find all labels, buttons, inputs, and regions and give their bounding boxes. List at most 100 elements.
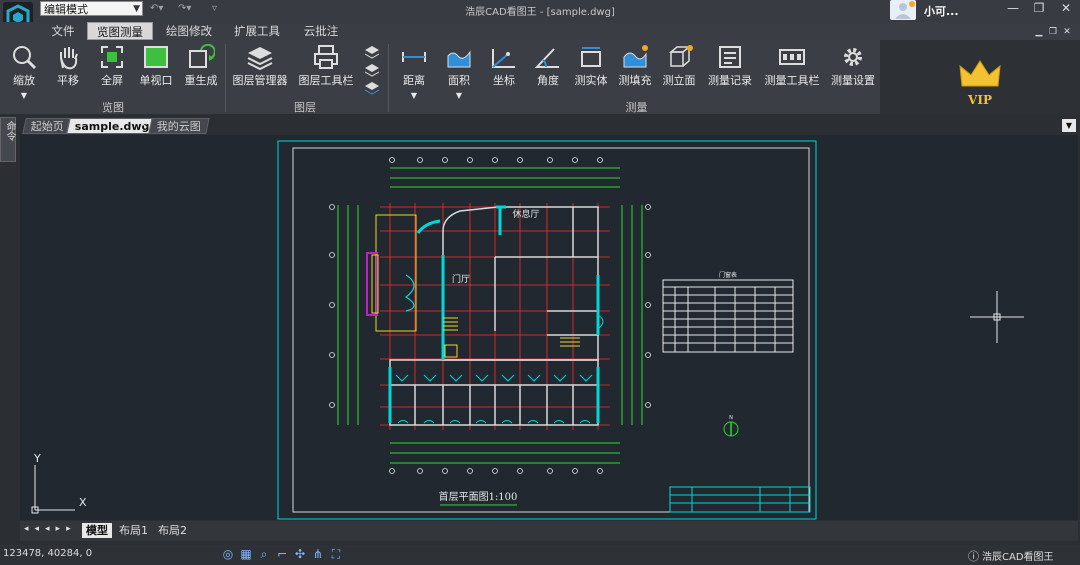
ortho-icon[interactable]: ⌐ <box>274 546 290 562</box>
layer-manager-button[interactable]: 图层管理器 <box>230 44 290 104</box>
walls <box>389 206 599 426</box>
angle-label: 角度 <box>537 74 559 87</box>
crown-icon <box>959 60 1001 87</box>
measure-entity-icon <box>581 47 601 67</box>
tab-list-dropdown-icon[interactable]: ▼ <box>1062 119 1076 132</box>
regenerate-icon <box>189 44 215 68</box>
minimize-icon[interactable]: — <box>1000 0 1026 16</box>
layer-on-icon[interactable] <box>364 46 380 59</box>
measure-hatch-icon <box>623 45 648 68</box>
dimension-lines <box>337 167 643 464</box>
pan-button[interactable]: 平移 <box>48 44 88 104</box>
measure-entity-label: 测实体 <box>574 74 608 87</box>
drawing-svg: 门窗表 休息厅 门厅 首层平面图1:100 N Y X <box>31 140 1024 520</box>
single-viewport-button[interactable]: 单视口 <box>136 44 176 104</box>
fullscreen-button[interactable]: 全屏 <box>92 44 132 104</box>
svg-text:X: X <box>79 496 87 509</box>
table-title: 门窗表 <box>719 271 737 279</box>
crosshair-cursor <box>970 291 1024 343</box>
area-button[interactable]: 面积 ▼ <box>438 44 480 104</box>
coordinate-button[interactable]: 坐标 <box>483 44 525 104</box>
tab-layout-1[interactable]: 布局1 <box>115 523 152 538</box>
measure-elevation-button[interactable]: 测立面 <box>658 44 700 104</box>
tab-model[interactable]: 模型 <box>82 523 112 538</box>
measure-settings-button[interactable]: 测量设置 <box>826 44 880 104</box>
measure-record-button[interactable]: 测量记录 <box>704 44 756 104</box>
menu-view-measure[interactable]: 览图测量 <box>87 22 153 40</box>
command-side-tab[interactable]: 命令 <box>0 117 16 162</box>
measure-hatch-label: 测填充 <box>618 74 652 87</box>
menu-file[interactable]: 文件 <box>40 22 86 40</box>
fullscreen-label: 全屏 <box>101 74 123 87</box>
zoom-button[interactable]: 缩放 ▼ <box>4 44 44 104</box>
layer-lock-icon[interactable] <box>364 82 380 95</box>
object-snap-icon[interactable]: ⋔ <box>310 546 326 562</box>
entrance-porch <box>366 214 417 332</box>
polar-icon[interactable]: ✣ <box>292 546 308 562</box>
area-label: 面积 <box>448 74 470 87</box>
restore-icon[interactable]: ❐ <box>1026 0 1052 16</box>
tab-start-page[interactable]: 起始页 <box>22 118 73 134</box>
vip-badge[interactable]: VIP <box>956 58 1004 108</box>
measure-record-label: 测量记录 <box>708 74 752 87</box>
close-icon[interactable]: ✕ <box>1053 0 1079 16</box>
tab-my-cloud[interactable]: 我的云图 <box>148 118 210 134</box>
close-tab-icon[interactable]: ✕ <box>139 120 147 131</box>
measure-entity-button[interactable]: 测实体 <box>570 44 612 104</box>
measure-settings-label: 测量设置 <box>831 74 875 87</box>
zoom-icon <box>13 46 37 70</box>
drawing-canvas[interactable]: 门窗表 休息厅 门厅 首层平面图1:100 N Y X <box>20 135 1078 520</box>
distance-button[interactable]: 距离 ▼ <box>393 44 435 104</box>
room-label-lounge: 休息厅 <box>512 208 539 220</box>
measure-hatch-button[interactable]: 测填充 <box>614 44 656 104</box>
viewport-icon <box>144 46 168 68</box>
tab-label: 起始页 <box>30 120 64 133</box>
fit-extents-icon[interactable]: ⛶ <box>328 546 344 562</box>
layer-manager-label: 图层管理器 <box>232 74 288 87</box>
area-icon <box>447 50 471 68</box>
angle-button[interactable]: 角度 <box>527 44 569 104</box>
zoom-label: 缩放 <box>13 74 35 87</box>
tab-layout-2[interactable]: 布局2 <box>154 523 191 538</box>
layout-nav-arrows[interactable]: ◂◂◂▸▸ <box>24 524 77 534</box>
sheet-inner-frame <box>292 147 810 513</box>
regenerate-button[interactable]: 重生成 <box>180 44 222 104</box>
status-app-name: 浩辰CAD看图王 <box>982 552 1054 563</box>
distance-icon <box>402 52 426 62</box>
side-tab-label: 命令 <box>4 121 15 141</box>
door-window-table <box>662 279 794 353</box>
distance-label: 距离 <box>403 74 425 87</box>
doc-restore-icon[interactable]: ❐ <box>1046 24 1060 40</box>
coordinate-label: 坐标 <box>493 74 515 87</box>
measure-toolbar-button[interactable]: 测量工具栏 <box>760 44 824 104</box>
group-divider <box>225 44 226 112</box>
doc-minimize-icon[interactable]: ▁ <box>1032 24 1046 40</box>
info-icon[interactable]: ⓘ <box>968 548 979 564</box>
svg-text:Y: Y <box>33 452 41 465</box>
user-name[interactable]: 小可... <box>924 3 959 19</box>
layer-toolbar-label: 图层工具栏 <box>298 74 354 87</box>
avatar[interactable] <box>890 0 916 20</box>
coordinate-readout: 123478, 40284, 0 <box>3 548 93 559</box>
pan-label: 平移 <box>57 74 79 87</box>
measure-toolbar-label: 测量工具栏 <box>764 74 820 87</box>
doc-close-icon[interactable]: ✕ <box>1060 24 1074 40</box>
snap-icon[interactable]: ◎ <box>220 546 236 562</box>
menu-draw-modify[interactable]: 绘图修改 <box>156 22 222 40</box>
single-viewport-label: 单视口 <box>139 74 173 87</box>
tab-label: 我的云图 <box>156 120 201 133</box>
view-group-label: 览图 <box>102 101 124 114</box>
grid-icon[interactable]: ▦ <box>238 546 254 562</box>
layer-quick-tools <box>363 44 381 98</box>
layer-group-label: 图层 <box>294 101 316 114</box>
menu-cloud-annotate[interactable]: 云批注 <box>292 22 350 40</box>
menu-extend-tools[interactable]: 扩展工具 <box>224 22 290 40</box>
status-bar <box>0 545 1080 565</box>
group-divider <box>388 44 389 112</box>
north-arrow: N <box>723 415 739 437</box>
fullscreen-icon <box>101 46 123 68</box>
zoom-window-icon[interactable]: ⌕ <box>256 546 272 562</box>
record-icon <box>719 46 741 68</box>
layer-toolbar-button[interactable]: 图层工具栏 <box>296 44 356 104</box>
layer-off-icon[interactable] <box>364 64 380 77</box>
